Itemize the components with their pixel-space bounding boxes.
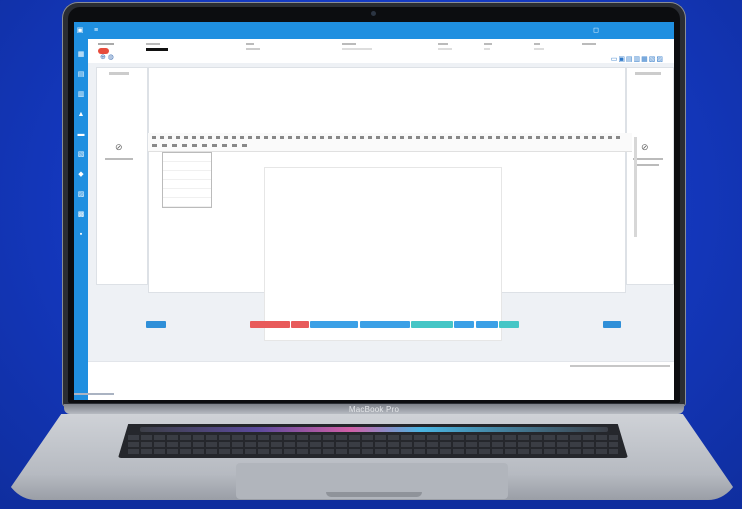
no-entry-icon: ⊘ <box>115 142 123 152</box>
header-field-4 <box>342 43 372 50</box>
sidebar-icon-3[interactable]: ▥ <box>77 91 85 98</box>
style-dropdown[interactable] <box>162 152 212 208</box>
action-button-4[interactable] <box>310 321 358 328</box>
style-option[interactable] <box>163 180 211 189</box>
sidebar-icon-8[interactable]: ▨ <box>77 191 85 198</box>
action-button-10[interactable] <box>603 321 621 328</box>
action-button-8[interactable] <box>476 321 498 328</box>
action-button-9[interactable] <box>499 321 519 328</box>
action-button-1[interactable] <box>146 321 166 328</box>
header-field-6 <box>484 43 492 50</box>
background-floor <box>0 500 742 509</box>
header-field-3 <box>246 43 260 50</box>
action-button-7[interactable] <box>454 321 474 328</box>
menu-icon[interactable]: ≡ <box>92 27 100 34</box>
action-button-5[interactable] <box>360 321 410 328</box>
header-action-icons[interactable]: ⊕ ◍ <box>100 53 114 61</box>
action-button-3[interactable] <box>291 321 309 328</box>
sidebar-icon-9[interactable]: ▩ <box>77 211 85 218</box>
style-option[interactable] <box>163 162 211 171</box>
style-option[interactable] <box>163 198 211 207</box>
action-button-6[interactable] <box>411 321 453 328</box>
sidebar-icon-5[interactable]: ▬ <box>77 131 85 138</box>
sidebar-icon-1[interactable]: ▦ <box>77 51 85 58</box>
toolbar-icons[interactable]: ▭▣▤▥▦▧▨ <box>611 55 664 63</box>
opening-notch <box>326 492 422 497</box>
sidebar-icon-2[interactable]: ▤ <box>77 71 85 78</box>
header-field-2 <box>146 43 168 51</box>
editor-document[interactable] <box>264 167 502 341</box>
key-row-3 <box>128 449 618 454</box>
user-icon[interactable]: ◻ <box>592 27 600 34</box>
no-entry-icon-right: ⊘ <box>641 142 649 152</box>
main-content: ⊘ ⊘ <box>88 63 674 361</box>
sidebar-icon-10[interactable]: ▪ <box>77 231 85 238</box>
status-strip <box>74 393 114 395</box>
webcam <box>371 11 376 16</box>
editor-toolbar[interactable] <box>148 133 632 152</box>
monitor-icon[interactable]: ▣ <box>76 27 84 34</box>
header-field-5 <box>438 43 452 50</box>
style-option[interactable] <box>163 153 211 162</box>
left-panel: ⊘ <box>96 67 148 285</box>
app-sidebar: ▦ ▤ ▥ ▲ ▬ ▧ ◆ ▨ ▩ ▪ <box>74 39 88 400</box>
scrollbar[interactable] <box>634 137 637 237</box>
app-footer <box>88 361 674 400</box>
app-topbar: ▣ ≡ ◻ <box>74 22 674 39</box>
sidebar-icon-6[interactable]: ▧ <box>77 151 85 158</box>
action-button-2[interactable] <box>250 321 290 328</box>
brand-label: MacBook Pro <box>348 405 400 414</box>
sidebar-icon-7[interactable]: ◆ <box>77 171 85 178</box>
style-option[interactable] <box>163 189 211 198</box>
style-option[interactable] <box>163 171 211 180</box>
key-row-1 <box>128 435 618 440</box>
touch-bar <box>140 427 608 432</box>
header-field-8 <box>582 43 596 45</box>
key-row-2 <box>128 442 618 447</box>
sidebar-icon-4[interactable]: ▲ <box>77 111 85 118</box>
record-header: ⊕ ◍ ▭▣▤▥▦▧▨ <box>88 39 674 64</box>
header-field-7 <box>534 43 544 50</box>
laptop-screen: ▣ ≡ ◻ ▦ ▤ ▥ ▲ ▬ ▧ ◆ ▨ ▩ ▪ ⊕ ◍ ▭▣▤▥▦▧▨ ⊘ … <box>74 22 674 400</box>
